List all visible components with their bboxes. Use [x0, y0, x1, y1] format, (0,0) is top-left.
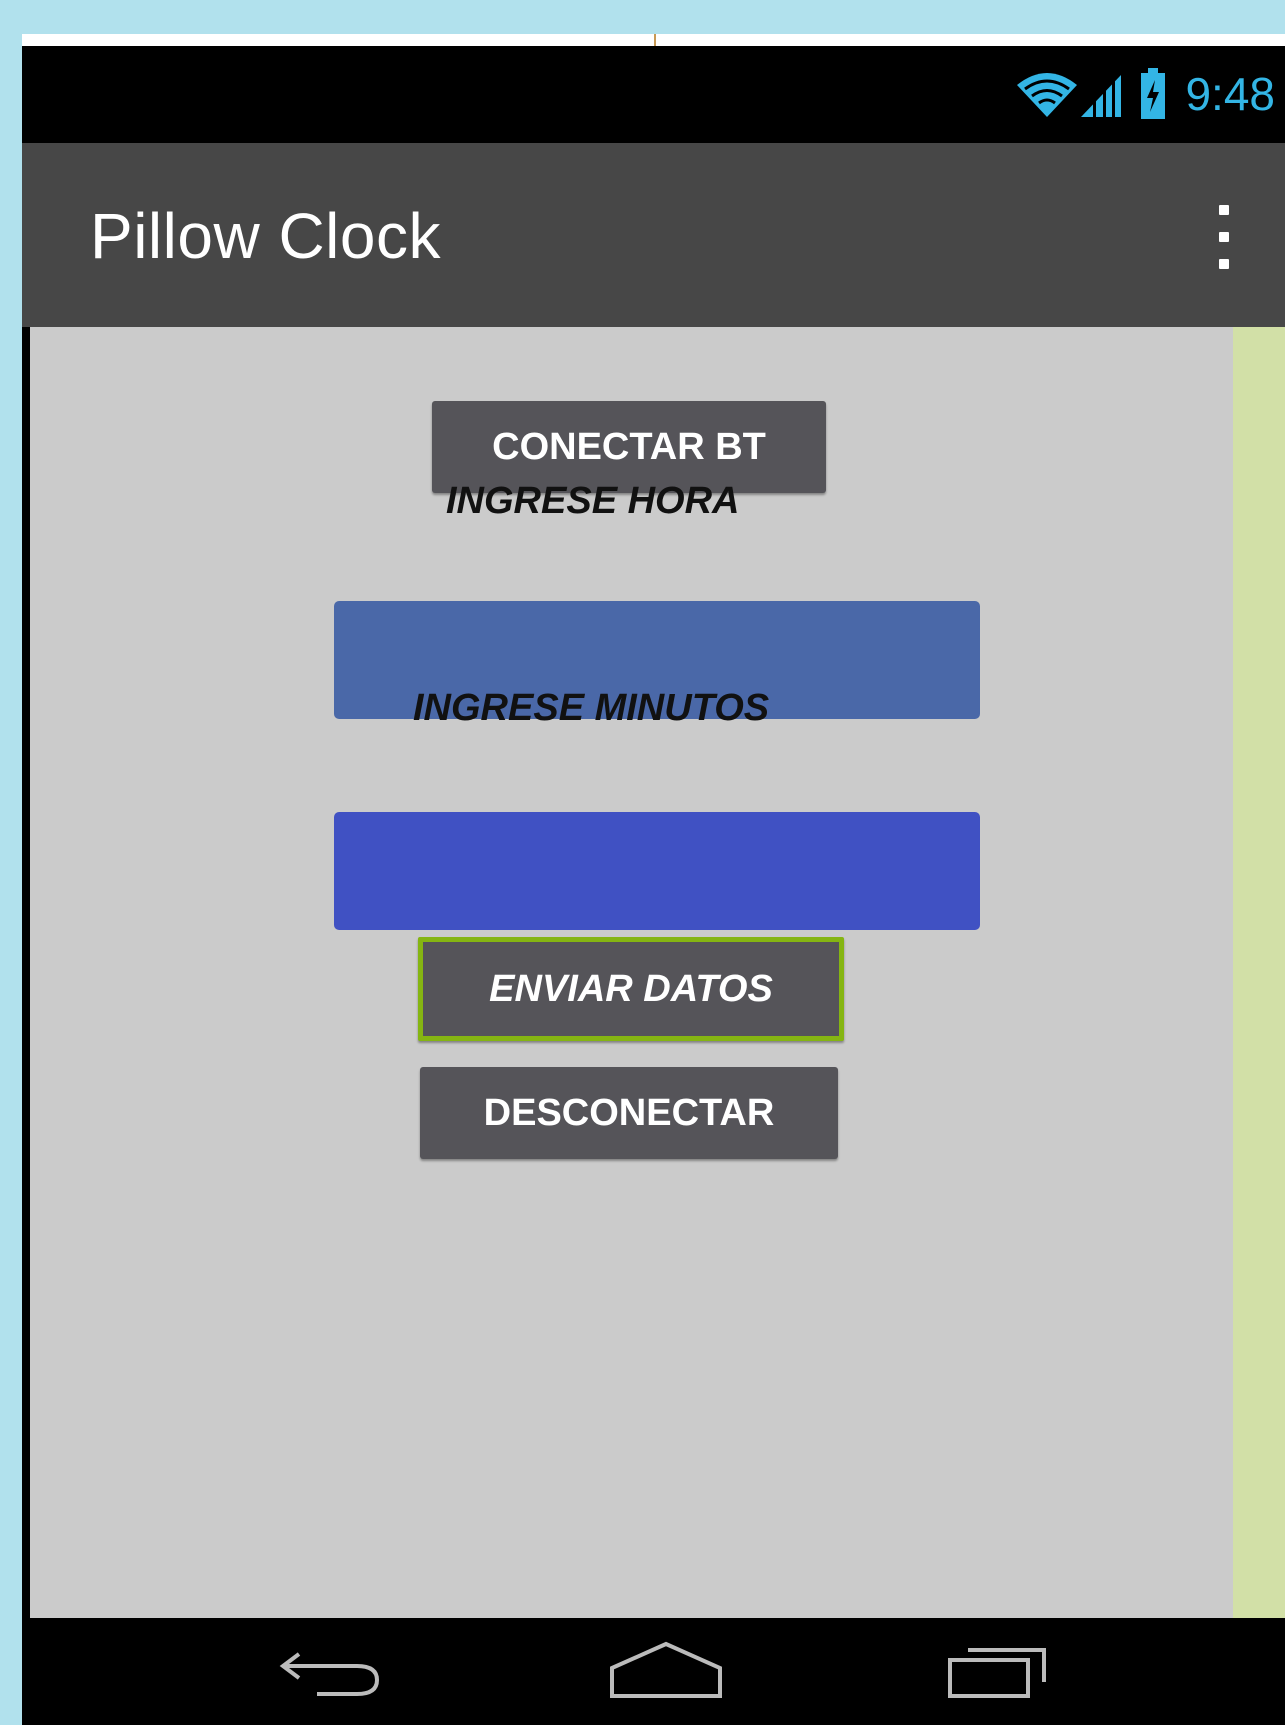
app-title: Pillow Clock	[90, 200, 441, 272]
text-cursor	[654, 34, 656, 46]
send-data-button[interactable]: ENVIAR DATOS	[418, 937, 844, 1041]
signal-icon	[1079, 69, 1123, 119]
home-icon[interactable]	[606, 1640, 726, 1705]
overflow-menu-icon[interactable]	[1209, 205, 1239, 269]
overflow-dot	[1219, 232, 1229, 242]
battery-charging-icon	[1139, 68, 1167, 120]
status-time: 9:48	[1185, 68, 1275, 120]
minutes-label: INGRESE MINUTOS	[413, 687, 770, 729]
status-icons: 9:48	[1015, 62, 1285, 126]
status-bar: 9:48	[22, 46, 1285, 143]
disconnect-button[interactable]: DESCONECTAR	[420, 1067, 838, 1159]
back-icon[interactable]	[277, 1640, 387, 1705]
recent-apps-icon[interactable]	[944, 1640, 1054, 1705]
overflow-dot	[1219, 205, 1229, 215]
top-text-strip	[22, 34, 1285, 46]
app-bar: Pillow Clock	[22, 143, 1285, 327]
wifi-icon	[1015, 69, 1079, 119]
minutes-input[interactable]	[334, 812, 980, 930]
right-side-panel	[1233, 327, 1285, 1618]
overflow-dot	[1219, 259, 1229, 269]
phone-screen: 9:48 Pillow Clock CONECTAR BT INGRESE HO…	[22, 46, 1285, 1725]
main-content: CONECTAR BT INGRESE HORA INGRESE MINUTOS…	[30, 327, 1285, 1618]
hour-label: INGRESE HORA	[446, 480, 740, 522]
navigation-bar	[22, 1618, 1285, 1725]
